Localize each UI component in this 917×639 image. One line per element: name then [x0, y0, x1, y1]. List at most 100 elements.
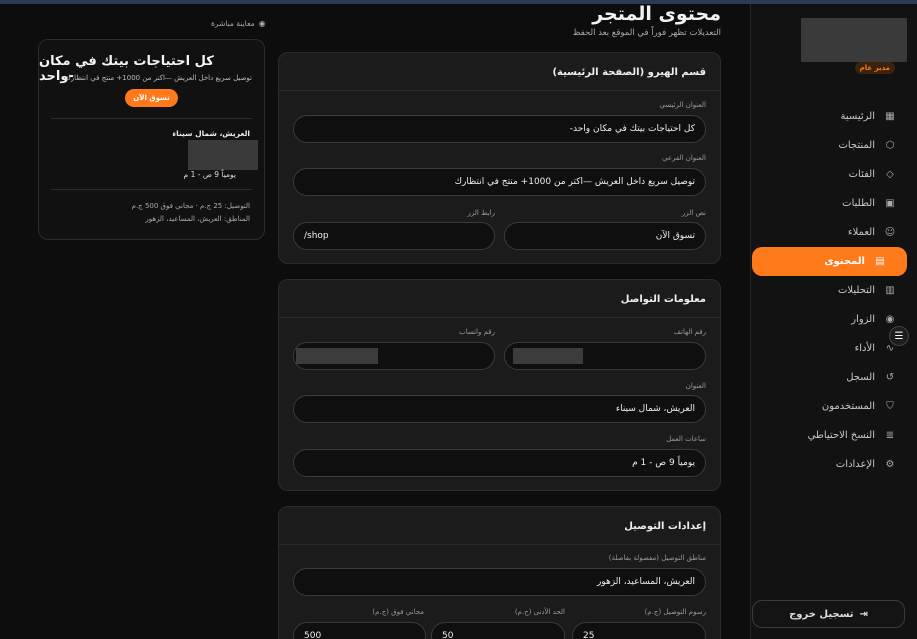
- button-link-label: رابط الزر: [467, 209, 495, 217]
- preview-divider: [51, 118, 252, 119]
- sidebar-item-label: المحتوى: [824, 256, 865, 267]
- minimum-order-label: الحد الأدنى (ج.م): [514, 608, 565, 616]
- sidebar-item-label: الطلبات: [842, 198, 875, 209]
- logout-button[interactable]: ⇥ تسجيل خروج: [752, 600, 905, 628]
- gear-icon: ⚙: [885, 459, 895, 470]
- sidebar-item-label: السجل: [846, 372, 875, 383]
- redacted-value: [513, 348, 583, 364]
- hero-title-input[interactable]: كل احتياجات بيتك في مكان واحد-: [293, 115, 706, 143]
- button-text-value: تسوق الآن: [655, 231, 695, 241]
- sidebar-item-10[interactable]: ↺ السجل: [750, 363, 917, 392]
- preview-hero-subtitle: توصيل سريع داخل العريش —اكتر من 1000+ من…: [65, 74, 252, 82]
- hero-subtitle-label: العنوان الفرعي: [662, 154, 706, 162]
- sidebar-item-7[interactable]: ▥ التحليلات: [750, 276, 917, 305]
- delivery-zones-value: العريش، المساعيد، الزهور: [596, 577, 695, 587]
- address-label: العنوان: [685, 382, 706, 390]
- working-hours-value: يومياً 9 ص - 1 م: [632, 458, 695, 468]
- page-title: محتوى المتجر: [592, 3, 721, 25]
- whatsapp-label: رقم واتساب: [459, 328, 495, 336]
- free-above-input[interactable]: 500: [293, 622, 426, 639]
- working-hours-label: ساعات العمل: [666, 435, 706, 443]
- hero-title-label: العنوان الرئيسي: [659, 101, 706, 109]
- delivery-section-heading: إعدادات التوصيل: [624, 521, 706, 532]
- hero-section-card: قسم الهيرو (الصفحة الرئيسية) العنوان الر…: [278, 52, 721, 264]
- bag-icon: ▣: [885, 198, 895, 209]
- tag-icon: ◇: [886, 169, 894, 180]
- box-icon: ⬡: [885, 140, 895, 151]
- logout-icon: ⇥: [859, 608, 868, 620]
- button-text-input[interactable]: تسوق الآن: [504, 222, 706, 250]
- contact-info-card: معلومات التواصل رقم الهاتف رقم واتساب ال…: [278, 279, 721, 491]
- free-above-value: 500: [304, 631, 322, 639]
- minimum-order-input[interactable]: 50: [431, 622, 565, 639]
- sidebar-item-label: الزوار: [851, 314, 875, 325]
- delivery-zones-input[interactable]: العريش، المساعيد، الزهور: [293, 568, 706, 596]
- button-text-label: نص الزر: [681, 209, 706, 217]
- contact-section-heading: معلومات التواصل: [620, 294, 706, 305]
- sidebar-item-12[interactable]: ≣ النسخ الاحتياطي: [750, 421, 917, 450]
- users-icon: ☺: [884, 227, 896, 238]
- minimum-order-value: 50: [442, 631, 454, 639]
- sidebar-item-label: العملاء: [847, 227, 875, 238]
- preview-map-image: [188, 140, 258, 170]
- preview-shop-button[interactable]: تسوق الآن: [125, 89, 178, 107]
- sidebar-item-13[interactable]: ⚙ الإعدادات: [750, 450, 917, 479]
- eye-icon: ◉: [885, 314, 895, 325]
- delivery-fee-label: رسوم التوصيل (ج.م): [644, 608, 706, 616]
- phone-input[interactable]: [504, 342, 706, 370]
- logout-label: تسجيل خروج: [789, 608, 854, 620]
- history-icon: ↺: [885, 372, 895, 383]
- preview-address: العريش، شمال سيناء: [172, 129, 250, 138]
- redacted-value: [296, 348, 378, 364]
- address-input[interactable]: العريش، شمال سيناء: [293, 395, 706, 423]
- hero-subtitle-value: توصيل سريع داخل العريش —اكتر من 1000+ من…: [454, 177, 695, 187]
- page-subtitle: التعديلات تظهر فوراً في الموقع بعد الحفظ: [572, 28, 721, 38]
- delivery-settings-card: إعدادات التوصيل مناطق التوصيل (مفصولة بف…: [278, 506, 721, 639]
- whatsapp-input[interactable]: [293, 342, 495, 370]
- sidebar-item-label: التحليلات: [837, 285, 875, 296]
- sidebar-item-label: النسخ الاحتياطي: [807, 430, 875, 441]
- live-preview-panel: كل احتياجات بيتك في مكان واحد- توصيل سري…: [38, 39, 265, 240]
- sidebar-item-6[interactable]: ▤ المحتوى: [752, 247, 907, 276]
- sidebar-item-3[interactable]: ◇ الفئات: [750, 160, 917, 189]
- preview-divider: [51, 189, 252, 190]
- database-icon: ≣: [885, 430, 895, 441]
- hero-title-value: كل احتياجات بيتك في مكان واحد-: [569, 124, 695, 134]
- sidebar: مدير عام ▦ الرئيسية ⬡ المنتجات ◇ الفئات ▣ الطلب…: [750, 4, 917, 639]
- hero-section-heading: قسم الهيرو (الصفحة الرئيسية): [552, 67, 706, 78]
- button-link-input[interactable]: /shop: [293, 222, 495, 250]
- preview-delivery-line: التوصيل: 25 ج.م · مجاني فوق 500 ج.م: [131, 202, 250, 210]
- working-hours-input[interactable]: يومياً 9 ص - 1 م: [293, 449, 706, 477]
- store-logo: [801, 18, 907, 62]
- grid-icon: ▦: [885, 111, 895, 122]
- role-badge: مدير عام: [854, 62, 895, 74]
- delivery-fee-value: 25: [583, 631, 595, 639]
- floating-menu-button[interactable]: ☰: [889, 326, 909, 346]
- sidebar-item-label: المنتجات: [838, 140, 875, 151]
- button-link-value: /shop: [304, 231, 329, 241]
- address-value: العريش، شمال سيناء: [615, 404, 695, 414]
- sidebar-item-1[interactable]: ▦ الرئيسية: [750, 102, 917, 131]
- sidebar-item-4[interactable]: ▣ الطلبات: [750, 189, 917, 218]
- sidebar-item-label: الفئات: [848, 169, 875, 180]
- sidebar-item-label: الأداء: [854, 343, 875, 354]
- sidebar-item-label: الإعدادات: [835, 459, 875, 470]
- sidebar-item-11[interactable]: ⛉ المستخدمون: [750, 392, 917, 421]
- document-icon: ▤: [875, 256, 885, 267]
- live-preview-text: معاينة مباشرة: [211, 19, 255, 28]
- eye-icon: ◉: [258, 19, 266, 28]
- card-divider: [279, 90, 720, 91]
- bar-chart-icon: ▥: [885, 285, 895, 296]
- sidebar-item-5[interactable]: ☺ العملاء: [750, 218, 917, 247]
- delivery-zones-label: مناطق التوصيل (مفصولة بفاصلة): [608, 554, 706, 562]
- sidebar-item-label: الرئيسية: [840, 111, 875, 122]
- hero-subtitle-input[interactable]: توصيل سريع داخل العريش —اكتر من 1000+ من…: [293, 168, 706, 196]
- live-preview-label: معاينة مباشرة ◉: [211, 19, 266, 28]
- sidebar-item-label: المستخدمون: [821, 401, 875, 412]
- preview-hours: يومياً 9 ص - 1 م: [183, 170, 236, 179]
- phone-label: رقم الهاتف: [673, 328, 706, 336]
- delivery-fee-input[interactable]: 25: [572, 622, 706, 639]
- sidebar-nav: ▦ الرئيسية ⬡ المنتجات ◇ الفئات ▣ الطلبات ☺ العملا…: [750, 102, 917, 479]
- sidebar-item-2[interactable]: ⬡ المنتجات: [750, 131, 917, 160]
- card-divider: [279, 544, 720, 545]
